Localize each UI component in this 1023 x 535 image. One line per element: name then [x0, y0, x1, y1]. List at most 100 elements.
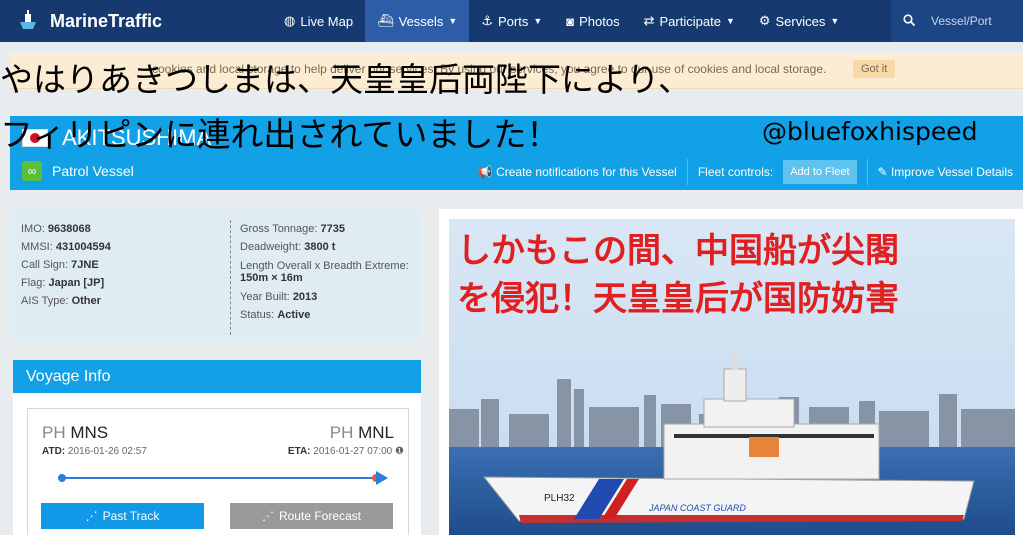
share-icon: ⇄	[643, 13, 655, 28]
loa-row: Length Overall x Breadth Extreme: 150m × …	[240, 260, 415, 284]
past-track-label: Past Track	[102, 509, 160, 523]
nav-services-label: Services	[775, 13, 826, 29]
callsign-value: 7JNE	[71, 259, 99, 271]
callsign-row: Call Sign: 7JNE	[21, 256, 211, 274]
flag-value: Japan [JP]	[48, 277, 105, 289]
voyage-info-panel: Voyage Info PH MNS PH MNL ATD: 2016-01-2…	[13, 360, 421, 535]
ais-label: AIS Type:	[21, 295, 69, 307]
vessel-info-right: Gross Tonnage: 7735 Deadweight: 3800 t L…	[230, 220, 415, 335]
gt-value: 7735	[320, 223, 346, 235]
flag-label: Flag:	[21, 277, 46, 289]
anchor-icon: ⚓	[481, 13, 493, 28]
eta-value: 2016-01-27 07:00	[313, 446, 393, 457]
dwt-label: Deadweight:	[240, 241, 302, 253]
marinetraffic-logo-icon	[20, 10, 36, 29]
photo-caption-line1: しかもこの間、中国船が尖閣	[457, 231, 899, 271]
divider	[686, 159, 688, 185]
logo-text: MarineTraffic	[50, 10, 163, 31]
info-icon[interactable]: ❶	[395, 446, 404, 457]
chevron-down-icon: ▼	[533, 16, 543, 26]
gt-row: Gross Tonnage: 7735	[240, 220, 415, 238]
mmsi-value: 431004594	[55, 241, 111, 253]
add-to-fleet-button[interactable]: Add to Fleet	[783, 160, 857, 184]
departure-port-code: MNS	[70, 423, 109, 442]
route-forecast-button[interactable]: ⋰ Route Forecast	[230, 503, 393, 529]
vessel-photo[interactable]: PLH32 JAPAN COAST GUARD しかもこの間、中国船が尖閣 を侵…	[449, 219, 1015, 535]
globe-icon: ◍	[284, 13, 296, 28]
hull-mark: PLH32	[544, 493, 575, 504]
arrival-country: PH	[329, 423, 354, 442]
imo-value: 9638068	[47, 223, 91, 235]
top-navbar: MarineTraffic ◍ Live Map ⛴ Vessels ▼ ⚓ P…	[0, 0, 1023, 42]
nav-ports-label: Ports	[498, 13, 529, 29]
divider	[866, 159, 868, 185]
camera-icon: ◙	[566, 13, 575, 29]
create-notifications-label: Create notifications for this Vessel	[496, 165, 677, 179]
flag-row: Flag: Japan [JP]	[21, 274, 211, 292]
year-row: Year Built: 2013	[240, 288, 415, 306]
mmsi-label: MMSI:	[21, 241, 53, 253]
atd-value: 2016-01-26 02:57	[67, 446, 147, 457]
overlay-text-line2: フィリピンに連れ出されていました！	[0, 115, 560, 154]
dwt-row: Deadweight: 3800 t	[240, 238, 415, 256]
nav-participate[interactable]: ⇄ Participate ▼	[632, 0, 747, 42]
vessel-type: ∞ Patrol Vessel	[22, 161, 134, 181]
logo[interactable]: MarineTraffic	[14, 8, 264, 34]
past-track-button[interactable]: ⋰ Past Track	[41, 503, 204, 529]
departure-port[interactable]: PH MNS	[42, 423, 108, 443]
atd-label: ATD:	[42, 446, 66, 457]
atd: ATD: 2016-01-26 02:57	[42, 446, 147, 457]
nav-live-map[interactable]: ◍ Live Map	[272, 0, 365, 42]
status-row: Status: Active	[240, 306, 415, 324]
gt-label: Gross Tonnage:	[240, 223, 318, 235]
link-icon: ∞	[22, 161, 42, 181]
ais-row: AIS Type: Other	[21, 292, 211, 310]
nav-participate-label: Participate	[659, 13, 721, 29]
chevron-down-icon: ▼	[448, 16, 458, 26]
nav-photos[interactable]: ◙ Photos	[554, 0, 631, 42]
overlay-handle: @bluefoxhispeed	[762, 117, 978, 146]
vessel-type-label: Patrol Vessel	[52, 163, 134, 179]
photo-caption-line2: を侵犯！天皇皇后が国防妨害	[457, 279, 899, 319]
loa-label: Length Overall x Breadth Extreme:	[240, 260, 409, 272]
search-placeholder: Vessel/Port	[931, 14, 992, 28]
search-icon	[903, 13, 916, 29]
eta: ETA: 2016-01-27 07:00 ❶	[288, 446, 404, 457]
chevron-down-icon: ▼	[725, 16, 735, 26]
ship-icon: ⛴	[377, 13, 394, 28]
bullhorn-icon: 📢	[477, 165, 493, 179]
year-value: 2013	[292, 291, 318, 303]
callsign-label: Call Sign:	[21, 259, 69, 271]
search-input[interactable]: Vessel/Port	[891, 0, 1023, 42]
nav-ports[interactable]: ⚓ Ports ▼	[469, 0, 554, 42]
loa-value: 150m × 16m	[240, 272, 303, 284]
voyage-info-title: Voyage Info	[13, 360, 421, 393]
route-forecast-label: Route Forecast	[278, 509, 362, 523]
mmsi-row: MMSI: 431004594	[21, 238, 211, 256]
status-label: Status:	[240, 309, 275, 321]
gear-icon: ⚙	[758, 13, 771, 28]
cookie-got-it-button[interactable]: Got it	[853, 60, 896, 78]
create-notifications-link[interactable]: 📢 Create notifications for this Vessel	[478, 165, 677, 179]
eta-label: ETA:	[287, 446, 311, 457]
photo-caption: しかもこの間、中国船が尖閣 を侵犯！天皇皇后が国防妨害	[449, 219, 1015, 323]
pencil-icon: ✎	[877, 165, 888, 179]
voyage-info-body: PH MNS PH MNL ATD: 2016-01-26 02:57 ETA:…	[27, 408, 409, 535]
vessel-info-panel: IMO: 9638068 MMSI: 431004594 Call Sign: …	[10, 209, 421, 342]
dwt-value: 3800 t	[304, 241, 336, 253]
imo-row: IMO: 9638068	[21, 220, 211, 238]
nav-vessels[interactable]: ⛴ Vessels ▼	[365, 0, 470, 42]
status-value: Active	[277, 309, 311, 321]
improve-details-label: Improve Vessel Details	[890, 165, 1013, 179]
arrival-port[interactable]: PH MNL	[330, 423, 394, 443]
vessel-photo-panel: PLH32 JAPAN COAST GUARD しかもこの間、中国船が尖閣 を侵…	[439, 209, 1023, 535]
nav-services[interactable]: ⚙ Services ▼	[747, 0, 851, 42]
nav-live-map-label: Live Map	[300, 13, 354, 29]
hull-text: JAPAN COAST GUARD	[648, 503, 746, 513]
voyage-progress-track	[58, 471, 388, 485]
arrival-port-code: MNL	[358, 423, 394, 442]
vessel-info-left: IMO: 9638068 MMSI: 431004594 Call Sign: …	[21, 220, 211, 310]
improve-details-link[interactable]: ✎ Improve Vessel Details	[878, 165, 1013, 179]
overlay-text-line1: やはりあきつしまは、天皇皇后両陛下により、	[0, 60, 692, 99]
vessel-actions: 📢 Create notifications for this Vessel F…	[478, 159, 1013, 185]
